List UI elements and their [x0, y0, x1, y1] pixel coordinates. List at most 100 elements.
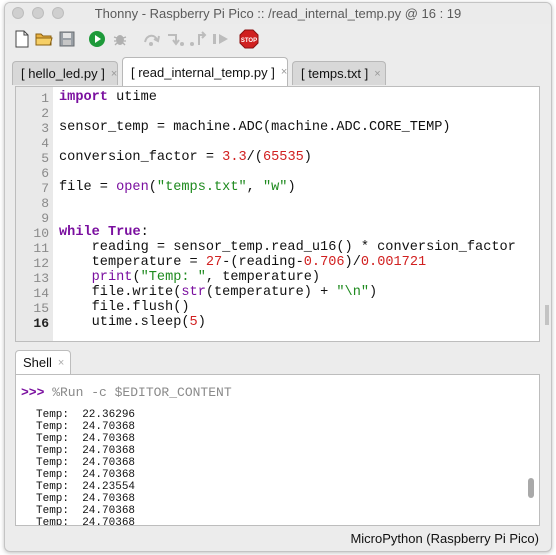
- tab-label: [ read_internal_temp.py ]: [131, 64, 275, 80]
- run-button[interactable]: [87, 29, 107, 49]
- tab-close-icon[interactable]: ×: [374, 68, 380, 80]
- step-into-icon: [168, 34, 184, 46]
- tab-close-icon[interactable]: ×: [58, 357, 64, 369]
- tab-label: [ hello_led.py ]: [21, 66, 105, 81]
- code-text: -(reading-: [222, 255, 304, 270]
- code-line: temperature = 27-(reading-0.706)/0.00172…: [59, 255, 427, 270]
- number: 0.706: [303, 255, 345, 270]
- grip-icon: [545, 305, 549, 325]
- number: 27: [205, 255, 223, 270]
- code-text: utime: [107, 90, 157, 105]
- line-number: 11: [33, 241, 49, 256]
- save-file-button[interactable]: [57, 29, 77, 49]
- code-text: file =: [59, 180, 117, 195]
- code-text: ,: [246, 180, 263, 195]
- code-text: , temperature): [205, 270, 321, 285]
- line-number: 14: [33, 286, 49, 301]
- step-into-button[interactable]: [165, 29, 185, 49]
- code-text: (: [132, 270, 141, 285]
- new-file-icon: [15, 30, 29, 48]
- code-line: file.write(str(temperature) + "\n"): [59, 285, 378, 300]
- tab-label: [ temps.txt ]: [301, 66, 369, 81]
- shell-output-line: Temp: 24.70368: [36, 445, 136, 457]
- code-text: /(: [246, 150, 263, 165]
- code-text: (temperature) +: [205, 285, 337, 300]
- step-over-button[interactable]: [142, 29, 162, 49]
- line-number: 13: [33, 271, 49, 286]
- number: 5: [189, 315, 198, 330]
- resume-button[interactable]: [211, 29, 231, 49]
- debug-button[interactable]: [110, 29, 130, 49]
- interpreter-status[interactable]: MicroPython (Raspberry Pi Pico): [350, 531, 539, 546]
- number: 65535: [262, 150, 304, 165]
- tab-read-internal-temp[interactable]: [ read_internal_temp.py ] ×: [122, 57, 288, 86]
- shell-output-line: Temp: 24.70368: [36, 433, 136, 445]
- current-line-number: 16: [33, 316, 49, 331]
- line-number: 1: [41, 91, 49, 106]
- shell-panel[interactable]: >>> %Run -c $EDITOR_CONTENT Temp: 22.362…: [15, 374, 540, 526]
- line-number: 8: [41, 196, 49, 211]
- shell-output-line: Temp: 24.70368: [36, 469, 136, 481]
- tab-shell[interactable]: Shell ×: [15, 350, 71, 374]
- floppy-icon: [59, 31, 75, 47]
- code-text: (: [148, 180, 157, 195]
- shell-prompt: >>>: [21, 385, 45, 400]
- step-over-icon: [144, 34, 160, 46]
- code-line: utime.sleep(5): [59, 315, 206, 330]
- number: 0.001721: [360, 255, 427, 270]
- shell-output-line: Temp: 22.36296: [36, 409, 136, 421]
- tab-temps-txt[interactable]: [ temps.txt ] ×: [292, 61, 386, 85]
- tab-close-icon[interactable]: ×: [281, 66, 287, 78]
- line-number: 2: [41, 106, 49, 121]
- editor-scrollbar[interactable]: [529, 87, 539, 341]
- stop-label: STOP: [241, 38, 257, 44]
- toolbar: STOP: [5, 24, 551, 54]
- window-title: Thonny - Raspberry Pi Pico :: /read_inte…: [94, 6, 462, 21]
- thonny-window: Thonny - Raspberry Pi Pico :: /read_inte…: [4, 2, 552, 552]
- line-number: 12: [33, 256, 49, 271]
- line-number: 15: [33, 301, 49, 316]
- line-number: 6: [41, 166, 49, 181]
- shell-output-line: Temp: 24.70368: [36, 421, 136, 433]
- code-text: )/: [344, 255, 361, 270]
- string: "\n": [336, 285, 370, 300]
- shell-tabs: Shell ×: [5, 348, 551, 374]
- line-number: 4: [41, 136, 49, 151]
- builtin: print: [91, 270, 133, 285]
- code-editor[interactable]: 1 2 3 4 5 6 7 8 9 10 11 12 13 14 15 16 i…: [15, 86, 540, 342]
- folder-icon: [35, 33, 53, 46]
- code-text: utime.sleep(: [59, 315, 190, 330]
- line-number-gutter: 1 2 3 4 5 6 7 8 9 10 11 12 13 14 15 16: [16, 87, 53, 341]
- builtin: open: [116, 180, 149, 195]
- line-number: 7: [41, 181, 49, 196]
- number: 3.3: [222, 150, 247, 165]
- shell-prompt-line: >>> %Run -c $EDITOR_CONTENT: [21, 385, 232, 400]
- keyword: True: [107, 225, 141, 240]
- code-text: temperature =: [59, 255, 206, 270]
- code-text: conversion_factor =: [59, 150, 223, 165]
- string: "temps.txt": [156, 180, 247, 195]
- code-line: file = open("temps.txt", "w"): [59, 180, 296, 195]
- line-number: 9: [41, 211, 49, 226]
- code-text: file.write(: [59, 285, 182, 300]
- pane-resize-handle[interactable]: [545, 303, 550, 327]
- code-line: file.flush(): [59, 300, 190, 315]
- code-line: conversion_factor = 3.3/(65535): [59, 150, 312, 165]
- code-line: reading = sensor_temp.read_u16() * conve…: [59, 240, 516, 255]
- line-number: 3: [41, 121, 49, 136]
- run-icon: [89, 31, 105, 47]
- shell-scrollbar-thumb[interactable]: [528, 478, 534, 498]
- tab-close-icon[interactable]: ×: [111, 68, 117, 80]
- stop-button[interactable]: STOP: [239, 29, 259, 49]
- shell-output-line: Temp: 24.23554: [36, 481, 136, 493]
- shell-command: %Run -c $EDITOR_CONTENT: [44, 385, 232, 400]
- tab-hello-led[interactable]: [ hello_led.py ] ×: [12, 61, 118, 85]
- code-text: ): [369, 285, 378, 300]
- open-file-button[interactable]: [34, 29, 54, 49]
- new-file-button[interactable]: [12, 29, 32, 49]
- code-text: ): [303, 150, 312, 165]
- step-out-button[interactable]: [188, 29, 208, 49]
- string: "Temp: ": [140, 270, 206, 285]
